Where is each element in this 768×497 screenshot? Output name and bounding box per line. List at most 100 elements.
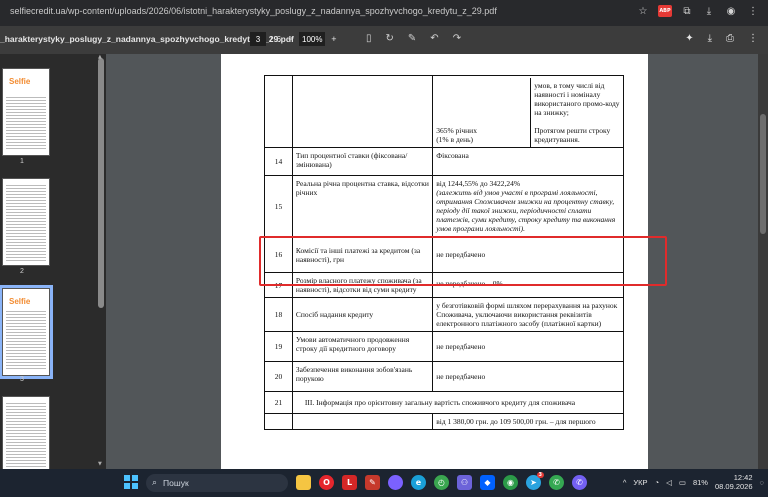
browser-toolbar-icons: ☆ ABP ⧉ ⤓ ◉ ⋮ [636,4,760,18]
edge-icon[interactable]: e [411,475,426,490]
selfie-logo: Selfie [9,297,31,306]
section-title: ІІІ. Інформація про орієнтовну загальну … [291,391,625,414]
thumbnail-label: 1 [20,158,24,165]
people-app-icon[interactable]: ⚇ [457,475,472,490]
thumbnail-page-1[interactable]: Selfie [2,68,50,156]
table-row: 18 Спосіб надання кредиту у безготівкові… [264,297,624,332]
taskbar: ⌕ Пошук O L ✎ e ◴ ⚇ ◆ ◉ ➤ 3 ✆ ✆ ^ УКР ◔ ◁… [0,469,768,497]
tray-overflow-icon[interactable]: ^ [623,478,627,487]
puzzle-icon[interactable]: ⧉ [680,4,694,18]
download-icon[interactable]: ⤓ [702,4,716,18]
row-name: Реальна річна процентна ставка, відсотки… [291,175,434,237]
thumbnail-sidebar: Selfie 1 2 Selfie 3 ▲ ▼ [0,54,106,484]
url-field[interactable]: selfiecredit.ua/wp-content/uploads/2026/… [10,6,497,16]
account-icon[interactable]: ◉ [724,4,738,18]
section-row: 21 ІІІ. Інформація про орієнтовну загаль… [264,391,625,414]
print-icon[interactable]: ⎙ [726,33,734,44]
row-name: Забезпечення виконання зобов'язань порук… [291,361,434,392]
scroll-up-icon[interactable]: ▲ [98,54,102,60]
opera-icon[interactable]: O [319,475,334,490]
battery-icon[interactable]: ▭ [679,478,686,487]
page-number-input[interactable]: 3 [250,32,266,46]
sidebar-scrollbar[interactable] [98,58,104,308]
highlight-annotation [259,236,667,286]
zoom-out-button[interactable]: − [288,34,293,44]
rate-range: від 1244,55% до 3422,24% [436,179,521,188]
file-explorer-icon[interactable] [296,475,311,490]
menu-icon[interactable]: ⋮ [746,4,760,18]
dropbox-icon[interactable]: ◆ [480,475,495,490]
adblock-icon[interactable]: ABP [658,5,672,17]
viber-green-icon[interactable]: ✆ [549,475,564,490]
row-number: 21 [264,391,293,414]
row-value: не передбачено [432,361,624,392]
row-number: 15 [264,175,293,237]
promo-cell: умов, в тому числі від наявності і номін… [530,78,620,147]
row-name: Умови автоматичного продовження строку д… [291,331,434,362]
more-options-icon[interactable]: ⋮ [748,33,758,44]
red-app-icon[interactable]: L [342,475,357,490]
taskbar-search[interactable]: ⌕ Пошук [146,474,288,492]
row-value: від 1244,55% до 3422,24% (залежить від у… [432,175,624,237]
zoom-level-input[interactable]: 100% [299,32,326,46]
page-separator: / [270,34,273,44]
fit-page-icon[interactable]: ▯ [366,33,372,44]
thumbnail-page-3[interactable]: Selfie [0,285,53,379]
pinned-apps: O L ✎ e ◴ ⚇ ◆ ◉ ➤ 3 ✆ ✆ [296,472,587,490]
star-icon[interactable]: ☆ [636,4,650,18]
table-row: 365% річних (1% в день) умов, в тому чис… [264,75,624,148]
undo-icon[interactable]: ↶ [430,33,438,44]
row-name: Спосіб надання кредиту [291,297,434,332]
pdf-actions: ✦ ⤓ ⎙ ⋮ [685,33,758,44]
viewer-scrollbar-track [758,54,768,469]
table-row: 20 Забезпечення виконання зобов'язань по… [264,361,624,392]
zoom-in-button[interactable]: + [331,34,336,44]
thumbnail-label: 2 [20,268,24,275]
rate-cell: 365% річних (1% в день) [436,126,477,144]
table-row: від 1 380,00 грн. до 109 500,00 грн. – д… [264,413,624,430]
rotate-icon[interactable]: ↻ [386,33,394,44]
row-value: у безготівковій формі шляхом перерахуван… [432,297,624,332]
viewer-scrollbar[interactable] [760,114,766,234]
pdf-viewer: 365% річних (1% в день) умов, в тому чис… [106,54,768,469]
zoom-controls: − 100% + [288,32,337,46]
row-value: Фіксована [432,147,624,176]
battery-percent: 81% [692,477,708,487]
wifi-icon[interactable]: ◔ [655,478,660,487]
telegram-icon[interactable]: ➤ 3 [526,472,544,490]
notification-badge: 3 [536,472,544,478]
volume-icon[interactable]: ◁ [666,478,672,487]
ai-icon[interactable]: ✦ [685,33,693,44]
clock-time: 12:42 [733,473,753,482]
browser-address-bar: selfiecredit.ua/wp-content/uploads/2026/… [0,0,768,26]
system-tray: ^ УКР ◔ ◁ ▭ 81% 12:42 08.09.2026 ◌ [623,473,764,492]
redo-icon[interactable]: ↷ [453,33,461,44]
notifications-icon[interactable]: ◌ [760,478,764,487]
clock[interactable]: 12:42 08.09.2026 [715,473,753,492]
row-number: 14 [264,147,293,176]
table-row: 19 Умови автоматичного продовження строк… [264,331,624,362]
green-app-icon[interactable]: ◴ [434,475,449,490]
lightshot-icon[interactable]: ✎ [365,475,380,490]
thumbnail-label: 3 [20,376,24,383]
language-indicator[interactable]: УКР [633,478,647,487]
row-name: Тип процентної ставки (фіксована/змінюва… [291,147,434,176]
scroll-down-icon[interactable]: ▼ [98,461,102,467]
annotate-icon[interactable]: ✎ [408,33,416,44]
search-placeholder: Пошук [163,478,189,488]
chrome-icon[interactable]: ◉ [503,475,518,490]
rate-note: (залежить від умов участі в програмі лоя… [436,188,616,233]
copilot-icon[interactable] [388,475,403,490]
start-button[interactable] [124,475,138,489]
row-value: не передбачено [432,331,624,362]
pdf-tools: ▯ ↻ ✎ ↶ ↷ [366,33,461,44]
download-pdf-icon[interactable]: ⤓ [708,33,712,44]
viber-icon[interactable]: ✆ [572,475,587,490]
table-row: 15 Реальна річна процентна ставка, відсо… [264,175,624,237]
clock-date: 08.09.2026 [714,482,753,492]
pdf-toolbar: _harakterystyky_poslugy_z_nadannya_spozh… [0,26,768,54]
thumbnail-page-2[interactable] [2,178,50,266]
search-icon: ⌕ [152,478,158,488]
page-indicator: 3 / 6 [250,32,281,46]
row-number: 20 [264,361,293,392]
